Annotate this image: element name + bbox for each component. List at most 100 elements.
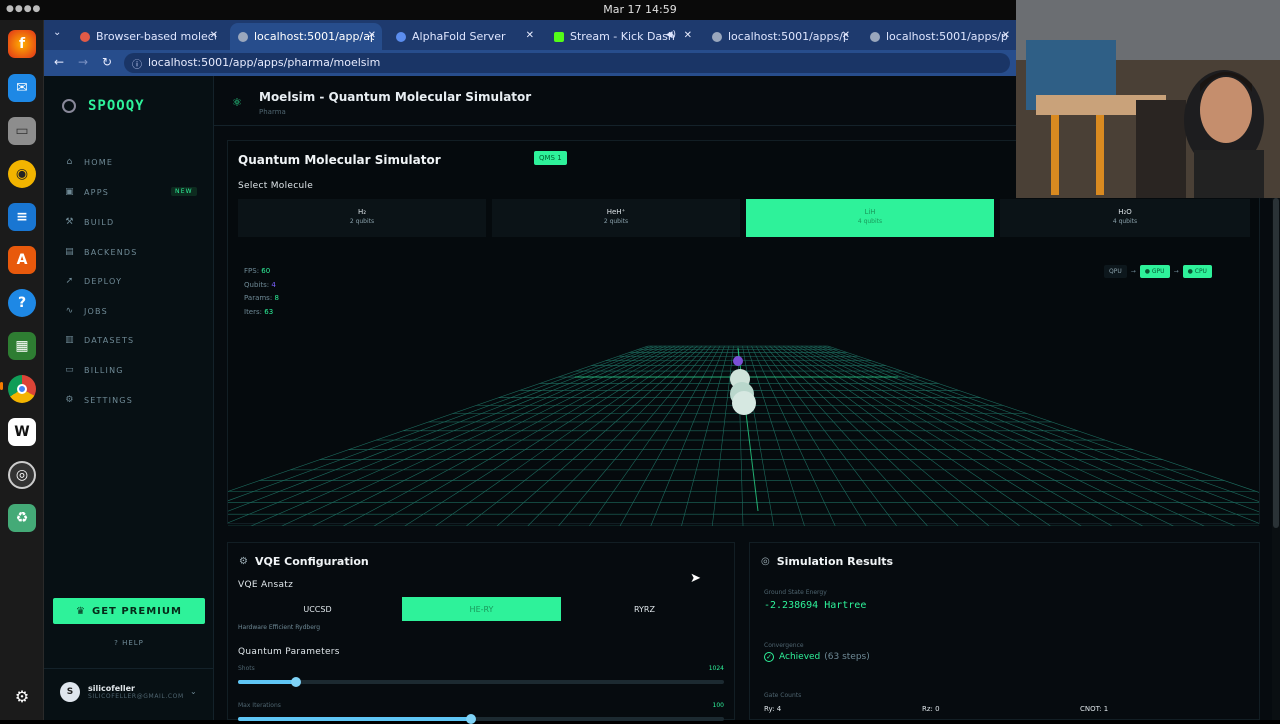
grid-line xyxy=(760,345,897,526)
browser-tab[interactable]: Stream - Kick Dashbo ◀) ✕ xyxy=(546,23,698,50)
molecule-option-h2o[interactable]: H₂O 4 qubits xyxy=(1000,199,1250,237)
close-tab-icon[interactable]: ✕ xyxy=(526,30,534,41)
grid-line xyxy=(466,345,698,526)
site-info-icon[interactable]: ⓘ xyxy=(132,56,142,71)
browser-tab[interactable]: AlphaFold Server ✕ xyxy=(388,23,540,50)
sidebar-item-build[interactable]: ⚒ BUILD xyxy=(64,214,114,230)
deploy-icon: ➚ xyxy=(65,276,75,286)
molecule-option-lih[interactable]: LiH 4 qubits xyxy=(746,199,994,237)
rhythmbox-icon[interactable]: ◉ xyxy=(8,160,36,188)
gate-count-ry: Ry: 4 xyxy=(764,705,782,713)
close-tab-icon[interactable]: ✕ xyxy=(1002,30,1010,41)
iterations-slider-thumb[interactable] xyxy=(466,714,477,724)
close-tab-icon[interactable]: ✕ xyxy=(368,30,376,41)
address-bar[interactable]: ⓘ localhost:5001/app/apps/pharma/moelsim xyxy=(124,53,1010,73)
atom-lithium xyxy=(733,356,743,366)
warp-icon[interactable]: W xyxy=(8,418,36,446)
tab-favicon-icon xyxy=(238,31,248,42)
gate-counts-label: Gate Counts xyxy=(764,692,802,699)
brand-logo[interactable]: SPOOQY xyxy=(62,98,145,114)
datasets-icon: ▥ xyxy=(65,335,75,345)
grid-line xyxy=(435,345,694,526)
grid-line xyxy=(343,345,680,526)
sidebar-item-home[interactable]: ⌂ HOME xyxy=(64,154,113,170)
obs-icon[interactable]: ◎ xyxy=(8,461,36,489)
grid-line xyxy=(782,345,1051,526)
grid-line xyxy=(787,345,1082,526)
calc-icon[interactable]: ▦ xyxy=(8,332,36,360)
sidebar-item-deploy[interactable]: ➚ DEPLOY xyxy=(64,273,122,289)
active-app-indicator xyxy=(0,382,3,390)
pipeline-cpu[interactable]: ● CPU xyxy=(1182,265,1212,278)
max-iterations-slider[interactable] xyxy=(238,714,724,724)
webcam-overlay xyxy=(1016,0,1280,198)
page-subtitle: Pharma xyxy=(259,108,286,116)
energy-value: -2.238694 Hartree xyxy=(764,600,867,611)
tab-list-chevron-icon[interactable]: ⌄ xyxy=(53,27,61,38)
sidebar-item-settings[interactable]: ⚙ SETTINGS xyxy=(64,392,133,408)
check-circle-icon: ✓ xyxy=(764,652,774,662)
ansatz-option-uccsd[interactable]: UCCSD xyxy=(238,597,397,621)
pipeline-gpu[interactable]: ● GPU xyxy=(1139,265,1170,278)
grid-line xyxy=(589,345,716,526)
forward-arrow-icon[interactable]: → xyxy=(78,55,88,69)
grid-line xyxy=(281,345,671,526)
grid-line xyxy=(746,345,805,526)
grid-line xyxy=(312,345,676,526)
avatar: S xyxy=(60,682,80,702)
ansatz-option-he-ry[interactable]: HE-RY xyxy=(402,597,561,621)
sidebar-item-apps[interactable]: ▣ APPS NEW xyxy=(64,184,204,200)
browser-tab[interactable]: localhost:5001/apps/ph ✕ xyxy=(862,23,1016,50)
shots-label: Shots xyxy=(238,665,255,672)
help-link[interactable]: ? HELP xyxy=(44,639,214,647)
ansatz-option-ryrz[interactable]: RYRZ xyxy=(565,597,724,621)
scrollbar-thumb[interactable] xyxy=(1273,198,1279,528)
molecule-option-h2[interactable]: H₂ 2 qubits xyxy=(238,199,486,237)
grid-line xyxy=(800,345,1174,526)
grid-line xyxy=(228,345,649,492)
user-menu[interactable]: S silicofeller SILICOFELLER@GMAIL.COM ⌄ xyxy=(60,682,197,702)
jobs-icon: ∿ xyxy=(65,306,75,316)
compute-pipeline: QPU → ● GPU → ● CPU xyxy=(1102,265,1214,278)
chevron-down-icon: ⌄ xyxy=(190,687,197,696)
sidebar-item-jobs[interactable]: ∿ JOBS xyxy=(64,303,108,319)
software-center-icon[interactable]: A xyxy=(8,246,36,274)
back-arrow-icon[interactable]: ← xyxy=(54,55,64,69)
writer-icon[interactable]: ≡ xyxy=(8,203,36,231)
molecule-option-heh[interactable]: HeH⁺ 2 qubits xyxy=(492,199,740,237)
browser-tab[interactable]: Browser-based molecula ✕ xyxy=(72,23,224,50)
thunderbird-icon[interactable]: ✉ xyxy=(8,74,36,102)
pipeline-qpu[interactable]: QPU xyxy=(1104,265,1127,278)
browser-tab-active[interactable]: localhost:5001/app/apps ✕ xyxy=(230,23,382,50)
files-icon[interactable]: ▭ xyxy=(8,117,36,145)
tab-favicon-icon xyxy=(870,31,880,42)
help-icon[interactable]: ? xyxy=(8,289,36,317)
sidebar-item-datasets[interactable]: ▥ DATASETS xyxy=(64,332,134,348)
apps-icon: ▣ xyxy=(65,187,75,197)
firefox-icon[interactable]: f xyxy=(8,30,36,58)
sidebar-item-billing[interactable]: ▭ BILLING xyxy=(64,362,124,378)
grid-line xyxy=(650,345,725,526)
chrome-icon[interactable] xyxy=(8,375,36,403)
sidebar-item-backends[interactable]: ▤ BACKENDS xyxy=(64,244,138,260)
simulation-results-card: ◎ Simulation Results Ground State Energy … xyxy=(749,542,1260,720)
page-scrollbar[interactable] xyxy=(1272,198,1280,720)
molecule-3d-viewport[interactable] xyxy=(228,286,1259,526)
shots-slider-thumb[interactable] xyxy=(291,677,302,687)
get-premium-button[interactable]: ♛ GET PREMIUM xyxy=(53,598,205,624)
tab-favicon-icon xyxy=(712,31,722,42)
reload-icon[interactable]: ↻ xyxy=(102,55,112,69)
grid-line xyxy=(796,345,1143,526)
close-tab-icon[interactable]: ✕ xyxy=(210,30,218,41)
browser-tab[interactable]: localhost:5001/apps/ph ✕ xyxy=(704,23,856,50)
grid-line xyxy=(791,345,1113,526)
close-tab-icon[interactable]: ✕ xyxy=(842,30,850,41)
grid-line xyxy=(809,345,1236,526)
close-tab-icon[interactable]: ✕ xyxy=(684,30,692,41)
trash-icon[interactable]: ♻ xyxy=(8,504,36,532)
results-card-title: ◎ Simulation Results xyxy=(761,555,894,568)
shots-slider[interactable] xyxy=(238,677,724,687)
apps-grid-icon[interactable]: ⚙ xyxy=(8,682,36,710)
audio-playing-icon[interactable]: ◀) xyxy=(666,30,676,40)
grid-line xyxy=(823,345,1259,502)
